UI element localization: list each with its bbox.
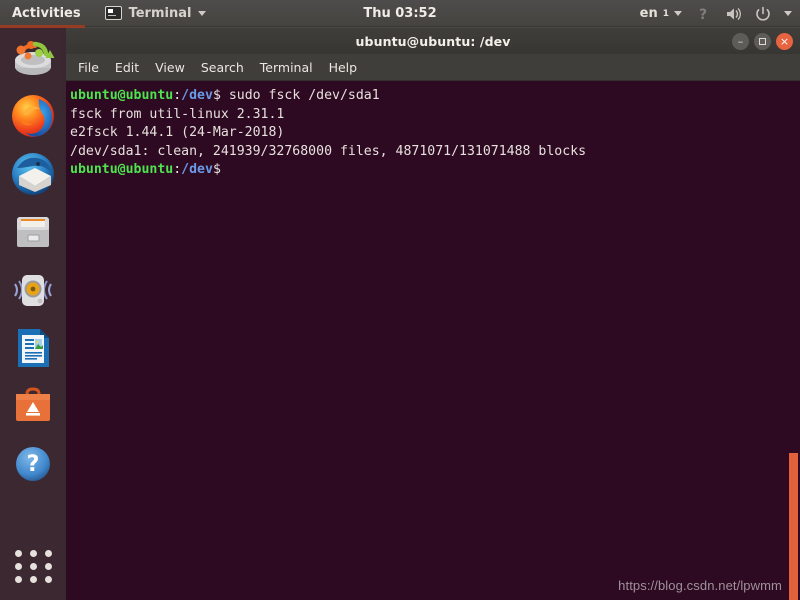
terminal-output: ubuntu@ubuntu:/dev$ sudo fsck /dev/sda1 f… xyxy=(70,87,800,180)
menu-edit[interactable]: Edit xyxy=(115,60,139,75)
grid-dot xyxy=(14,575,22,583)
chevron-down-icon xyxy=(198,10,207,16)
chevron-down-icon xyxy=(674,11,682,16)
terminal-line: e2fsck 1.44.1 (24-Mar-2018) xyxy=(70,124,800,143)
activities-button[interactable]: Activities xyxy=(0,0,91,28)
terminal-segment: : xyxy=(173,88,182,103)
terminal-line: /dev/sda1: clean, 241939/32768000 files,… xyxy=(70,143,800,162)
launcher-dock: ? xyxy=(0,27,66,600)
grid-dot xyxy=(14,562,22,570)
dock-item-files[interactable] xyxy=(9,208,57,256)
keyboard-layout-index: 1 xyxy=(662,8,669,19)
grid-dot xyxy=(44,562,52,570)
terminal-icon xyxy=(104,6,122,20)
terminal-content-area[interactable]: ubuntu@ubuntu:/dev$ sudo fsck /dev/sda1 f… xyxy=(66,81,800,600)
terminal-segment: ubuntu@ubuntu xyxy=(70,162,174,177)
volume-icon[interactable] xyxy=(724,5,742,23)
terminal-segment: fsck from util-linux 2.31.1 xyxy=(70,106,285,122)
maximize-button[interactable] xyxy=(754,33,771,50)
terminal-scrollbar[interactable] xyxy=(789,453,798,600)
grid-dot xyxy=(44,549,52,557)
show-applications-button[interactable] xyxy=(9,544,57,588)
maximize-icon xyxy=(759,38,766,45)
menu-view[interactable]: View xyxy=(155,60,185,75)
menu-help[interactable]: Help xyxy=(329,60,358,75)
menu-search[interactable]: Search xyxy=(201,60,244,75)
terminal-segment: /dev xyxy=(181,88,213,103)
menu-file[interactable]: File xyxy=(78,60,99,75)
terminal-line: ubuntu@ubuntu:/dev$ xyxy=(70,161,800,180)
grid-dot xyxy=(29,575,37,583)
terminal-line: ubuntu@ubuntu:/dev$ sudo fsck /dev/sda1 xyxy=(70,87,800,106)
grid-dot xyxy=(44,575,52,583)
minimize-button[interactable]: – xyxy=(732,33,749,50)
terminal-segment: $ xyxy=(212,162,229,177)
keyboard-layout-label: en xyxy=(639,6,658,21)
dock-item-rhythmbox[interactable] xyxy=(9,266,57,314)
dock-item-ubuntu-software[interactable] xyxy=(9,382,57,430)
svg-text:?: ? xyxy=(699,7,707,23)
activities-active-underline xyxy=(0,24,85,28)
terminal-segment: /dev xyxy=(181,162,213,177)
desktop-screen: Activities Terminal Thu 03:52 en 1 ? ? u… xyxy=(0,0,800,600)
terminal-segment: /dev/sda1: clean, 241939/32768000 files,… xyxy=(70,143,587,159)
power-icon[interactable] xyxy=(754,5,772,23)
window-title: ubuntu@ubuntu: /dev xyxy=(355,33,511,49)
menu-bar: File Edit View Search Terminal Help xyxy=(66,54,800,81)
chevron-down-icon[interactable] xyxy=(784,11,792,16)
gnome-top-bar: Activities Terminal Thu 03:52 en 1 ? xyxy=(0,0,800,28)
terminal-window: ubuntu@ubuntu: /dev – × File Edit View S… xyxy=(66,27,800,600)
help-icon[interactable]: ? xyxy=(694,5,712,23)
terminal-segment: $ sudo fsck /dev/sda1 xyxy=(212,88,380,103)
grid-dot xyxy=(29,562,37,570)
terminal-segment: : xyxy=(173,162,182,177)
clock-button[interactable]: Thu 03:52 xyxy=(363,6,436,21)
clock-label: Thu 03:52 xyxy=(363,5,437,21)
terminal-segment: ubuntu@ubuntu xyxy=(70,88,174,103)
dock-item-libreoffice-writer[interactable] xyxy=(9,324,57,372)
dock-item-firefox[interactable] xyxy=(9,92,57,140)
app-menu-label: Terminal xyxy=(128,5,192,21)
window-titlebar[interactable]: ubuntu@ubuntu: /dev – × xyxy=(66,27,800,54)
grid-dot xyxy=(29,549,37,557)
window-controls: – × xyxy=(732,28,793,55)
close-button[interactable]: × xyxy=(776,33,793,50)
terminal-segment: e2fsck 1.44.1 (24-Mar-2018) xyxy=(70,125,285,140)
grid-dot xyxy=(14,549,22,557)
menu-terminal[interactable]: Terminal xyxy=(260,60,313,75)
dock-item-thunderbird[interactable] xyxy=(9,150,57,198)
terminal-line: fsck from util-linux 2.31.1 xyxy=(70,106,800,125)
activities-label: Activities xyxy=(12,5,81,21)
keyboard-layout-indicator[interactable]: en 1 xyxy=(640,6,682,21)
dock-item-help[interactable]: ? xyxy=(9,440,57,488)
watermark-text: https://blog.csdn.net/lpwmm xyxy=(618,578,782,593)
status-menu-area[interactable]: en 1 ? xyxy=(640,0,792,27)
dock-item-backups[interactable] xyxy=(9,34,57,82)
svg-text:?: ? xyxy=(27,452,40,477)
app-menu-button[interactable]: Terminal xyxy=(104,5,207,21)
